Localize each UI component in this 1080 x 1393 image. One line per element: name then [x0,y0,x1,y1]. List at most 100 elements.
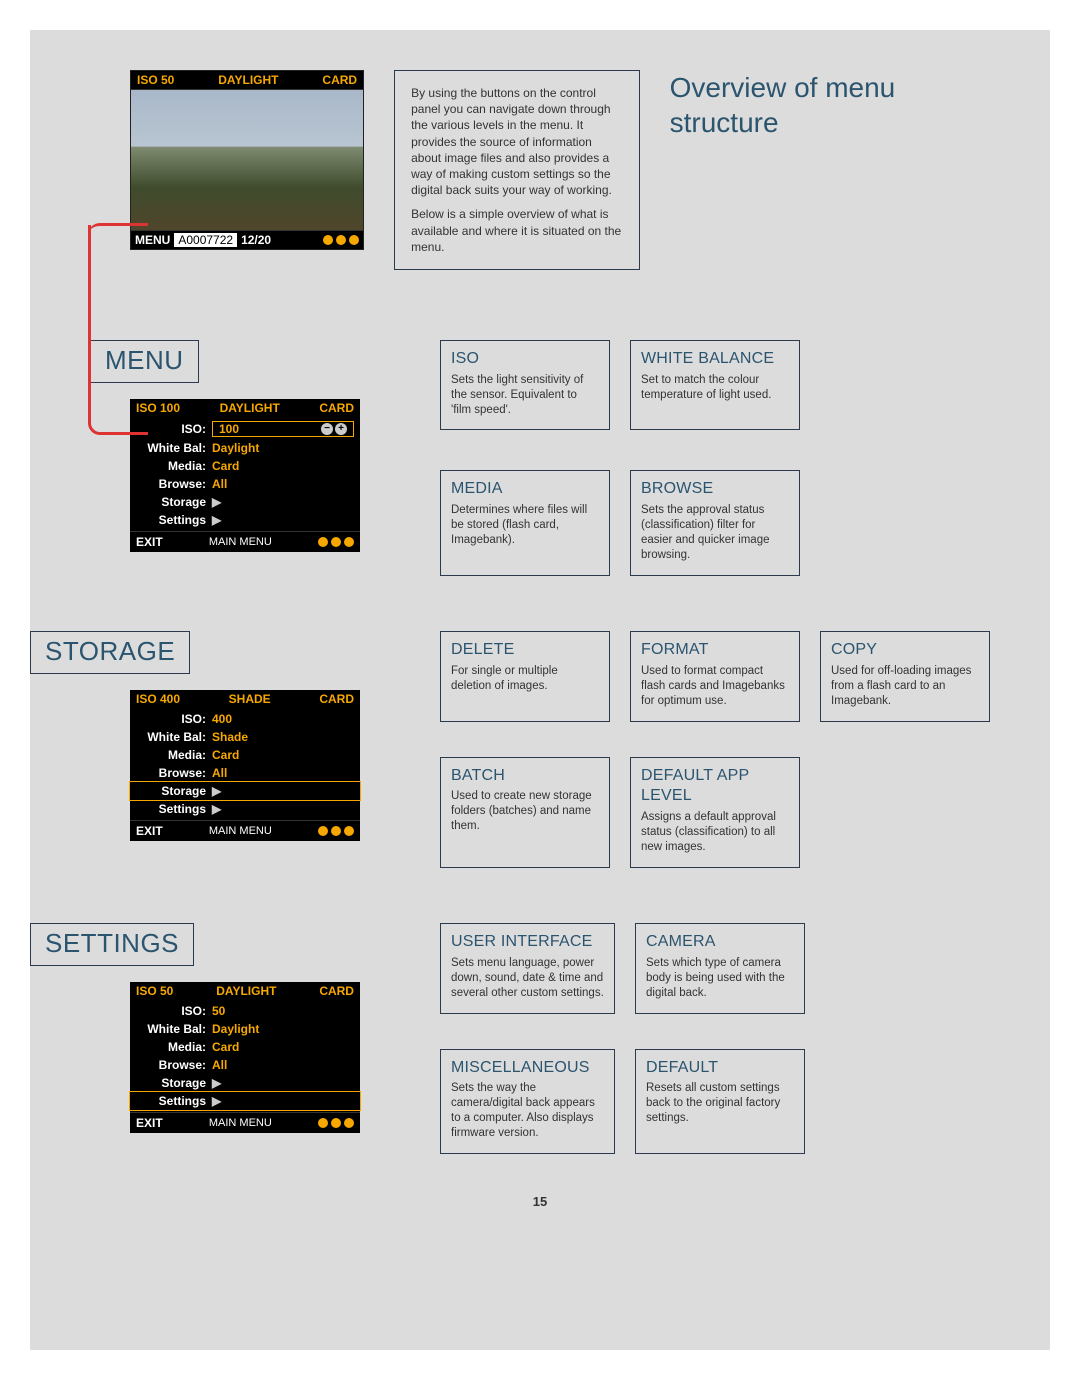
page-number: 15 [90,1194,990,1209]
storage-row-browse-label: Browse: [136,766,206,780]
storage-row-browse: Browse: All [130,764,360,782]
settings-row-browse: Browse:All [130,1056,360,1074]
storage-section: STORAGE ISO 400 SHADE CARD ISO:400 White… [90,631,990,868]
approval-dots-icon [318,537,354,547]
card-ui-desc: Sets menu language, power down, sound, d… [451,956,604,1001]
storage-row-media: Media: Card [130,746,360,764]
intro-p1: By using the buttons on the control pane… [411,85,623,198]
chevron-right-icon: ▶ [212,802,354,816]
menu-row-storage-label: Storage [136,495,206,509]
settings-row-storage: Storage▶ [130,1074,360,1092]
card-delete-head: DELETE [451,640,599,661]
approval-dots-icon [318,1118,354,1128]
card-media-desc: Determines where files will be stored (f… [451,503,599,548]
storage-lcd-footer: MAIN MENU [163,825,318,837]
settings-row-iso-value: 50 [212,1004,354,1018]
card-misc-desc: Sets the way the camera/digital back app… [451,1081,604,1141]
menu-row-browse-label: Browse: [136,477,206,491]
menu-row-wb-label: White Bal: [136,441,206,455]
storage-section-title: STORAGE [30,631,190,674]
menu-row-browse-value: All [212,477,354,491]
settings-lcd-wb: DAYLIGHT [216,984,276,998]
menu-row-browse: Browse: All [130,475,360,493]
settings-row-wb-value: Daylight [212,1022,354,1036]
card-misc-head: MISCELLANEOUS [451,1058,604,1079]
card-camera: CAMERA Sets which type of camera body is… [635,923,805,1014]
chevron-right-icon: ▶ [212,513,354,527]
storage-row-storage: Storage ▶ [130,782,360,800]
card-white-balance: WHITE BALANCE Set to match the colour te… [630,340,800,431]
card-user-interface: USER INTERFACE Sets menu language, power… [440,923,615,1014]
card-wb-desc: Set to match the colour temperature of l… [641,373,789,403]
menu-row-settings-label: Settings [136,513,206,527]
card-miscellaneous: MISCELLANEOUS Sets the way the camera/di… [440,1049,615,1155]
settings-row-iso: ISO:50 [130,1002,360,1020]
menu-lcd: ISO 100 DAYLIGHT CARD ISO: 100 −+ White … [130,399,360,552]
card-media: MEDIA Determines where files will be sto… [440,470,610,576]
storage-row-storage-label: Storage [136,784,206,798]
lcd-counter: 12/20 [241,233,271,247]
settings-lcd-exit: EXIT [136,1116,163,1130]
storage-lcd-iso: ISO 400 [136,692,180,706]
storage-row-iso-label: ISO: [136,712,206,726]
card-media-head: MEDIA [451,479,599,500]
menu-row-wb: White Bal: Daylight [130,439,360,457]
settings-lcd: ISO 50 DAYLIGHT CARD ISO:50 White Bal:Da… [130,982,360,1133]
card-format: FORMAT Used to format compact flash card… [630,631,800,722]
menu-row-media: Media: Card [130,457,360,475]
storage-row-settings-label: Settings [136,802,206,816]
menu-row-wb-value: Daylight [212,441,354,455]
card-copy: COPY Used for off-loading images from a … [820,631,990,722]
chevron-right-icon: ▶ [212,495,354,509]
storage-lcd-wb: SHADE [229,692,271,706]
storage-row-iso-value: 400 [212,712,354,726]
settings-row-media-label: Media: [136,1040,206,1054]
menu-row-iso: ISO: 100 −+ [130,419,360,439]
card-delete-desc: For single or multiple deletion of image… [451,664,599,694]
settings-section-title: SETTINGS [30,923,194,966]
storage-lcd-exit: EXIT [136,824,163,838]
storage-row-media-label: Media: [136,748,206,762]
plus-minus-icon: −+ [321,423,347,435]
lcd-image [131,89,363,231]
card-browse-head: BROWSE [641,479,789,500]
approval-dots-icon [323,235,359,245]
card-wb-head: WHITE BALANCE [641,349,789,370]
approval-dots-icon [318,826,354,836]
connector-main [88,225,148,435]
card-browse-desc: Sets the approval status (classification… [641,503,789,563]
card-default: DEFAULT Resets all custom settings back … [635,1049,805,1155]
card-iso: ISO Sets the light sensitivity of the se… [440,340,610,431]
intro-text-box: By using the buttons on the control pane… [394,70,640,270]
card-browse: BROWSE Sets the approval status (classif… [630,470,800,576]
menu-lcd-media: CARD [319,401,354,415]
settings-row-wb: White Bal: Daylight [130,1020,360,1038]
lcd-media: CARD [322,73,357,87]
chevron-right-icon: ▶ [212,784,354,798]
settings-section: SETTINGS ISO 50 DAYLIGHT CARD ISO:50 Whi… [90,923,990,1154]
storage-row-media-value: Card [212,748,354,762]
settings-row-media: Media:Card [130,1038,360,1056]
card-iso-desc: Sets the light sensitivity of the sensor… [451,373,599,418]
settings-row-browse-value: All [212,1058,354,1072]
menu-section: MENU ISO 100 DAYLIGHT CARD ISO: 100 −+ W [90,340,990,576]
intro-p2: Below is a simple overview of what is av… [411,206,623,255]
card-iso-head: ISO [451,349,599,370]
storage-row-iso: ISO: 400 [130,710,360,728]
card-copy-desc: Used for off-loading images from a flash… [831,664,979,709]
menu-row-storage: Storage ▶ [130,493,360,511]
card-dal-head: DEFAULT APP LEVEL [641,766,789,808]
storage-row-browse-value: All [212,766,354,780]
lcd-wb: DAYLIGHT [218,73,278,87]
card-default-desc: Resets all custom settings back to the o… [646,1081,794,1126]
card-batch: BATCH Used to create new storage folders… [440,757,610,868]
storage-row-wb-label: White Bal: [136,730,206,744]
card-default-head: DEFAULT [646,1058,794,1079]
card-copy-head: COPY [831,640,979,661]
storage-row-settings: Settings ▶ [130,800,360,818]
settings-lcd-footer: MAIN MENU [163,1117,318,1129]
lcd-file-id: A0007722 [174,233,237,247]
lcd-preview: ISO 50 DAYLIGHT CARD MENU A0007722 12/20 [130,70,364,250]
settings-row-wb-label: White Bal: [136,1022,206,1036]
menu-lcd-footer: MAIN MENU [163,536,318,548]
